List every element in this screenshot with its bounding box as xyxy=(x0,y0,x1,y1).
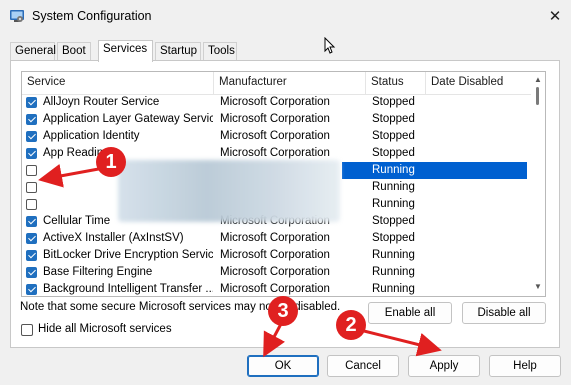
hide-microsoft-services-label[interactable]: Hide all Microsoft services xyxy=(38,323,172,335)
tab-startup[interactable]: Startup xyxy=(155,42,201,60)
scroll-thumb[interactable] xyxy=(536,87,539,105)
service-checkbox[interactable] xyxy=(26,131,37,142)
service-name: ActiveX Installer (AxInstSV) xyxy=(43,232,184,244)
service-checkbox[interactable] xyxy=(26,114,37,125)
service-manufacturer: Microsoft Corporation xyxy=(220,283,330,295)
cancel-button[interactable]: Cancel xyxy=(327,355,399,377)
service-name: Base Filtering Engine xyxy=(43,266,153,278)
service-status: Stopped xyxy=(372,232,415,244)
table-row[interactable]: AllJoyn Router Service Microsoft Corporat… xyxy=(22,94,532,111)
system-config-app-icon xyxy=(10,10,24,22)
disable-all-button[interactable]: Disable all xyxy=(462,302,546,324)
table-row[interactable]: Base Filtering Engine Microsoft Corporati… xyxy=(22,264,532,281)
service-name: Application Layer Gateway Service xyxy=(43,113,213,125)
scroll-down-icon[interactable]: ▼ xyxy=(534,282,542,291)
service-status: Stopped xyxy=(372,215,415,227)
enable-all-button[interactable]: Enable all xyxy=(368,302,452,324)
table-row[interactable]: Application Layer Gateway Service Microso… xyxy=(22,111,532,128)
service-name: Background Intelligent Transfer ... xyxy=(43,283,213,295)
service-manufacturer: Microsoft Corporation xyxy=(220,113,330,125)
service-manufacturer: Microsoft Corporation xyxy=(220,232,330,244)
service-checkbox[interactable] xyxy=(26,165,37,176)
service-checkbox[interactable] xyxy=(26,97,37,108)
scroll-up-icon[interactable]: ▲ xyxy=(534,75,542,84)
window-title: System Configuration xyxy=(32,9,152,23)
service-checkbox[interactable] xyxy=(26,182,37,193)
annotation-badge-1: 1 xyxy=(96,147,126,177)
column-header-manufacturer[interactable]: Manufacturer xyxy=(214,72,366,94)
service-name: Application Identity xyxy=(43,130,140,142)
table-row[interactable]: ActiveX Installer (AxInstSV) Microsoft Co… xyxy=(22,230,532,247)
tab-general[interactable]: General xyxy=(10,42,56,60)
service-checkbox[interactable] xyxy=(26,284,37,295)
annotation-badge-2: 2 xyxy=(336,310,366,340)
service-status: Stopped xyxy=(372,96,415,108)
ok-button[interactable]: OK xyxy=(247,355,319,377)
service-checkbox[interactable] xyxy=(26,233,37,244)
service-status: Running xyxy=(372,283,415,295)
service-status: Running xyxy=(372,164,415,176)
service-status: Running xyxy=(372,181,415,193)
service-checkbox[interactable] xyxy=(26,148,37,159)
tab-tools[interactable]: Tools xyxy=(203,42,237,60)
column-header-date-disabled[interactable]: Date Disabled xyxy=(426,72,532,94)
redacted-blur-region xyxy=(118,160,340,222)
column-header-status[interactable]: Status xyxy=(366,72,426,94)
service-name: BitLocker Drive Encryption Service xyxy=(43,249,213,261)
list-header: Service Manufacturer Status Date Disable… xyxy=(22,72,532,95)
service-checkbox[interactable] xyxy=(26,216,37,227)
table-row[interactable]: BitLocker Drive Encryption Service Micros… xyxy=(22,247,532,264)
title-bar: System Configuration ✕ xyxy=(0,0,571,32)
selection-highlight xyxy=(342,162,527,179)
service-checkbox[interactable] xyxy=(26,250,37,261)
column-header-service[interactable]: Service xyxy=(22,72,214,94)
vertical-scrollbar[interactable]: ▲ ▼ xyxy=(531,72,545,296)
close-icon: ✕ xyxy=(548,8,562,25)
service-status: Stopped xyxy=(372,147,415,159)
service-status: Stopped xyxy=(372,113,415,125)
service-status: Running xyxy=(372,266,415,278)
service-manufacturer: Microsoft Corporation xyxy=(220,130,330,142)
hide-microsoft-services-checkbox[interactable] xyxy=(21,324,33,336)
service-manufacturer: Microsoft Corporation xyxy=(220,266,330,278)
service-name: AllJoyn Router Service xyxy=(43,96,160,108)
service-checkbox[interactable] xyxy=(26,199,37,210)
annotation-badge-3: 3 xyxy=(268,296,298,326)
service-status: Running xyxy=(372,198,415,210)
table-row[interactable]: Background Intelligent Transfer ... Micro… xyxy=(22,281,532,296)
mouse-cursor-icon xyxy=(324,37,336,54)
service-status: Stopped xyxy=(372,130,415,142)
apply-button[interactable]: Apply xyxy=(408,355,480,377)
help-button[interactable]: Help xyxy=(489,355,561,377)
tab-services[interactable]: Services xyxy=(98,40,153,62)
service-checkbox[interactable] xyxy=(26,267,37,278)
close-button[interactable]: ✕ xyxy=(540,4,570,28)
service-manufacturer: Microsoft Corporation xyxy=(220,249,330,261)
service-status: Running xyxy=(372,249,415,261)
service-manufacturer: Microsoft Corporation xyxy=(220,96,330,108)
tab-boot[interactable]: Boot xyxy=(57,42,91,60)
table-row[interactable]: Application Identity Microsoft Corporatio… xyxy=(22,128,532,145)
